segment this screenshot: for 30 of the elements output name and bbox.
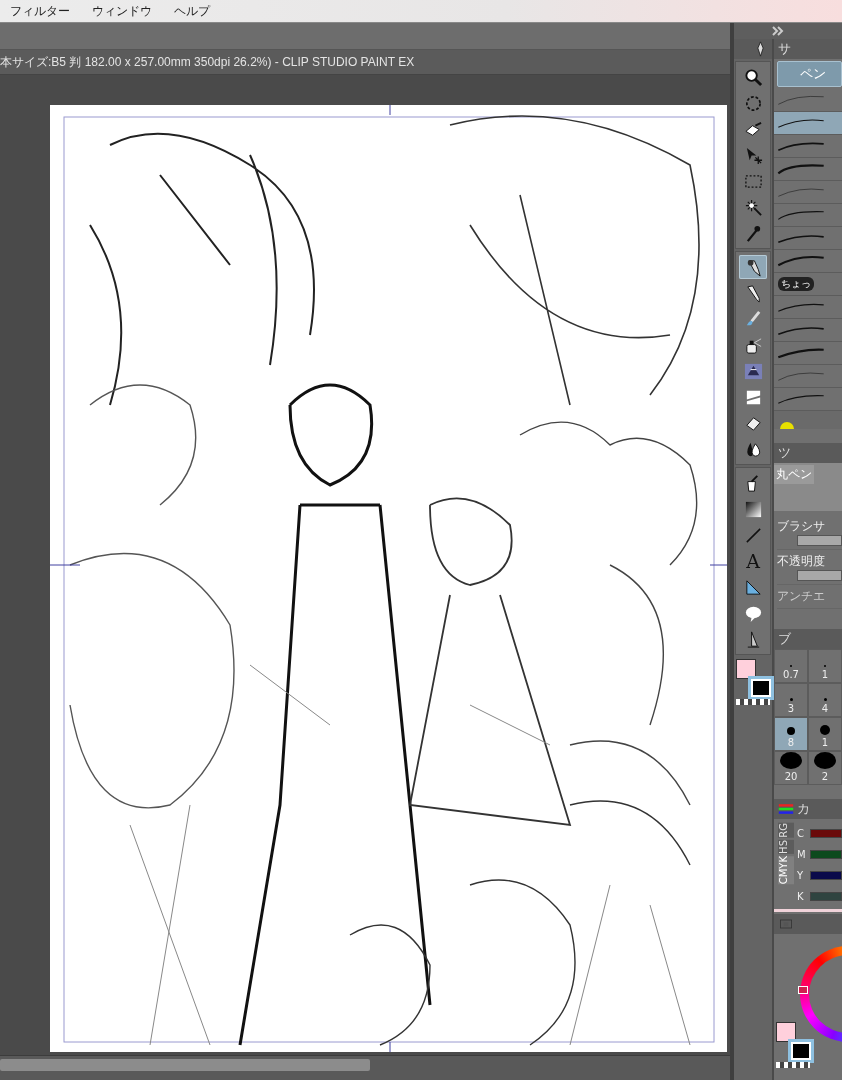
menu-item[interactable]: ウィンドウ	[92, 2, 152, 20]
menu-item[interactable]: ヘルプ	[174, 2, 210, 20]
panel-title: ブ	[778, 630, 791, 648]
brush-size-option[interactable]: 8	[774, 717, 808, 751]
brush-preset[interactable]: ちょっ	[774, 273, 842, 296]
panel-title: サ	[778, 40, 791, 58]
mode-tab[interactable]: HS	[778, 839, 794, 854]
mode-tab[interactable]: RG	[778, 823, 794, 838]
brush-size-option[interactable]: 2	[808, 751, 842, 785]
menu-item[interactable]: フィルター	[10, 2, 70, 20]
subtool-tab[interactable]: ペン	[777, 61, 842, 87]
mode-tab[interactable]: CMYK	[778, 855, 794, 884]
channel-label: M	[797, 849, 805, 860]
brush-size-option[interactable]: 0.7	[774, 649, 808, 683]
panel-title: ツ	[778, 444, 791, 462]
channel-label: K	[797, 891, 805, 902]
brush-size-option[interactable]: 4	[808, 683, 842, 717]
brush-size-option[interactable]: 1	[808, 717, 842, 751]
brush-size-option[interactable]: 1	[808, 649, 842, 683]
brush-size-option[interactable]: 3	[774, 683, 808, 717]
document-title: 本サイズ:B5 判 182.00 x 257.00mm 350dpi 26.2%) - CLIP STUDIO PAINT EX	[0, 53, 415, 71]
channel-label: Y	[797, 870, 805, 881]
text-tool[interactable]: A	[739, 549, 767, 573]
property-label: アンチエ	[777, 588, 826, 605]
brush-size-option[interactable]: 20	[774, 751, 808, 785]
channel-label: C	[797, 828, 805, 839]
property-label: ブラシサ	[777, 518, 826, 535]
subtool-name: 丸ペン	[774, 465, 814, 484]
panel-title: カ	[797, 800, 810, 818]
property-label: 不透明度	[777, 553, 826, 570]
